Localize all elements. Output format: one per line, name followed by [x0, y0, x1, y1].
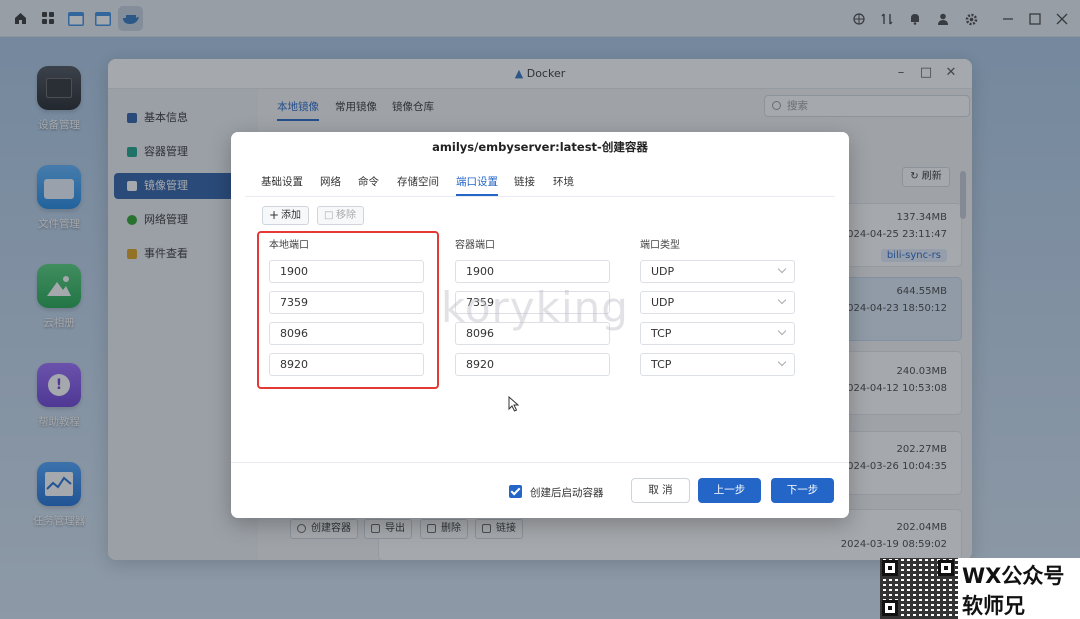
- mouse-cursor-icon: [508, 396, 520, 412]
- trash-icon: □: [324, 210, 334, 221]
- chevron-down-icon: [777, 295, 787, 305]
- chevron-down-icon: [777, 264, 787, 274]
- cancel-button[interactable]: 取 消: [631, 478, 690, 503]
- tab-divider: [245, 196, 835, 197]
- container-port-input[interactable]: 8920: [455, 353, 610, 376]
- tab-environment[interactable]: 环境: [553, 174, 574, 189]
- watermark: koryking: [441, 283, 629, 332]
- button-label: 移除: [336, 210, 356, 221]
- tab-link[interactable]: 链接: [514, 174, 535, 189]
- qr-finder: [938, 560, 954, 576]
- footer-divider: [231, 462, 849, 463]
- qr-finder: [882, 600, 898, 616]
- wechat-promo: WX公众号 软师兄: [880, 558, 1080, 619]
- col-container-port: 容器端口: [455, 240, 495, 251]
- wx-name: 软师兄: [962, 594, 1025, 618]
- auto-start-label: 创建后启动容器: [530, 487, 604, 499]
- prev-step-button[interactable]: 上一步: [698, 478, 761, 503]
- container-port-input[interactable]: 1900: [455, 260, 610, 283]
- port-type-select[interactable]: UDP: [640, 260, 795, 283]
- tab-command[interactable]: 命令: [358, 174, 379, 189]
- tab-storage[interactable]: 存储空间: [397, 174, 439, 189]
- select-value: TCP: [651, 327, 672, 340]
- select-value: UDP: [651, 265, 675, 278]
- highlight-box: [257, 231, 439, 389]
- port-type-select[interactable]: TCP: [640, 353, 795, 376]
- chevron-down-icon: [777, 326, 787, 336]
- port-type-select[interactable]: TCP: [640, 322, 795, 345]
- remove-port-button[interactable]: □ 移除: [317, 206, 364, 225]
- auto-start-checkbox[interactable]: [509, 485, 522, 498]
- button-label: 添加: [281, 210, 301, 221]
- dialog-title: amilys/embyserver:latest-创建容器: [432, 140, 648, 154]
- select-value: TCP: [651, 358, 672, 371]
- next-step-button[interactable]: 下一步: [771, 478, 834, 503]
- port-type-select[interactable]: UDP: [640, 291, 795, 314]
- tab-network[interactable]: 网络: [320, 174, 341, 189]
- qr-finder: [882, 560, 898, 576]
- tab-basic-settings[interactable]: 基础设置: [261, 174, 303, 189]
- plus-icon: +: [269, 208, 280, 222]
- wx-label: WX公众号: [962, 564, 1065, 588]
- tab-port-settings[interactable]: 端口设置: [456, 174, 498, 196]
- col-port-type: 端口类型: [640, 240, 680, 251]
- add-port-button[interactable]: + 添加: [262, 206, 309, 225]
- select-value: UDP: [651, 296, 675, 309]
- chevron-down-icon: [777, 357, 787, 367]
